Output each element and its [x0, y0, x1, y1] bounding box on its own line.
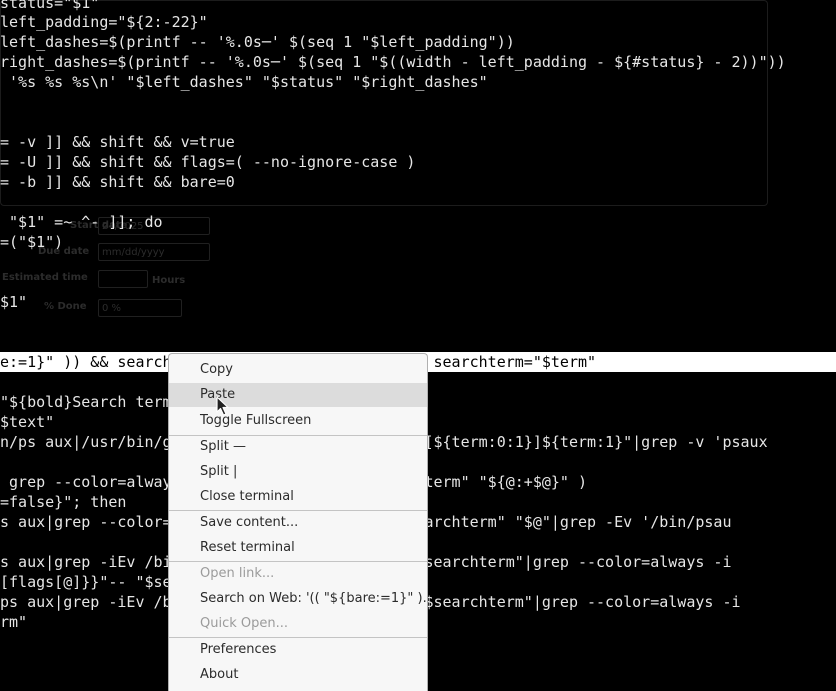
terminal-line: =("$1"): [0, 233, 64, 251]
ghost-due-date-field: mm/dd/yyyy: [98, 243, 210, 261]
menu-item-about[interactable]: About: [169, 663, 427, 687]
ghost-percent-done-field: 0 %: [98, 299, 182, 317]
ghost-estimated-time-field: [98, 270, 148, 288]
ghost-estimated-time-label: Estimated time: [2, 272, 88, 283]
terminal-line: = -U ]] && shift && flags=( --no-ignore-…: [0, 153, 416, 171]
mouse-pointer-icon: [216, 396, 229, 416]
terminal-line: $text": [0, 413, 55, 431]
menu-item-toggle-fullscreen[interactable]: Toggle Fullscreen: [169, 409, 427, 433]
terminal-line: = -b ]] && shift && bare=0: [0, 173, 235, 191]
ghost-hours-label: Hours: [152, 275, 186, 286]
menu-item-quick-open: Quick Open...: [200, 616, 289, 631]
terminal-line: left_dashes=$(printf -- '%.0s─' $(seq 1 …: [0, 33, 515, 51]
menu-item-copy[interactable]: Copy: [169, 358, 427, 382]
menu-item-split-horizontal[interactable]: Split —: [169, 435, 427, 459]
menu-item-preferences[interactable]: Preferences: [169, 638, 427, 662]
terminal-line: "${bold}Search term: [0, 393, 172, 411]
menu-item-open-link: Open link...: [200, 566, 275, 581]
ghost-percent-done-label: % Done: [44, 301, 87, 312]
terminal-line: rm": [0, 613, 28, 631]
terminal-line: left_padding="${2:-22}": [0, 13, 208, 31]
menu-item-save-content[interactable]: Save content...: [169, 511, 427, 535]
terminal-line: = -v ]] && shift && v=true: [0, 133, 235, 151]
terminal-line: '%s %s %s\n' "$left_dashes" "$status" "$…: [0, 73, 488, 91]
context-menu: Copy Paste Toggle Fullscreen Split — Spl…: [168, 353, 428, 691]
terminal-line: $1": [0, 293, 28, 311]
menu-item-reset-terminal[interactable]: Reset terminal: [169, 536, 427, 560]
menu-item-search-on-web[interactable]: Search on Web: '(( "${bare:=1}" )...': [169, 587, 427, 611]
terminal-line: "$1" =~ ^- ]]; do: [0, 213, 163, 231]
terminal-line: right_dashes=$(printf -- '%.0s─' $(seq 1…: [0, 53, 786, 71]
menu-item-paste[interactable]: Paste: [169, 383, 427, 407]
menu-item-split-vertical[interactable]: Split |: [169, 460, 427, 484]
menu-item-close-terminal[interactable]: Close terminal: [169, 485, 427, 509]
terminal-line: =false}"; then: [0, 493, 127, 511]
